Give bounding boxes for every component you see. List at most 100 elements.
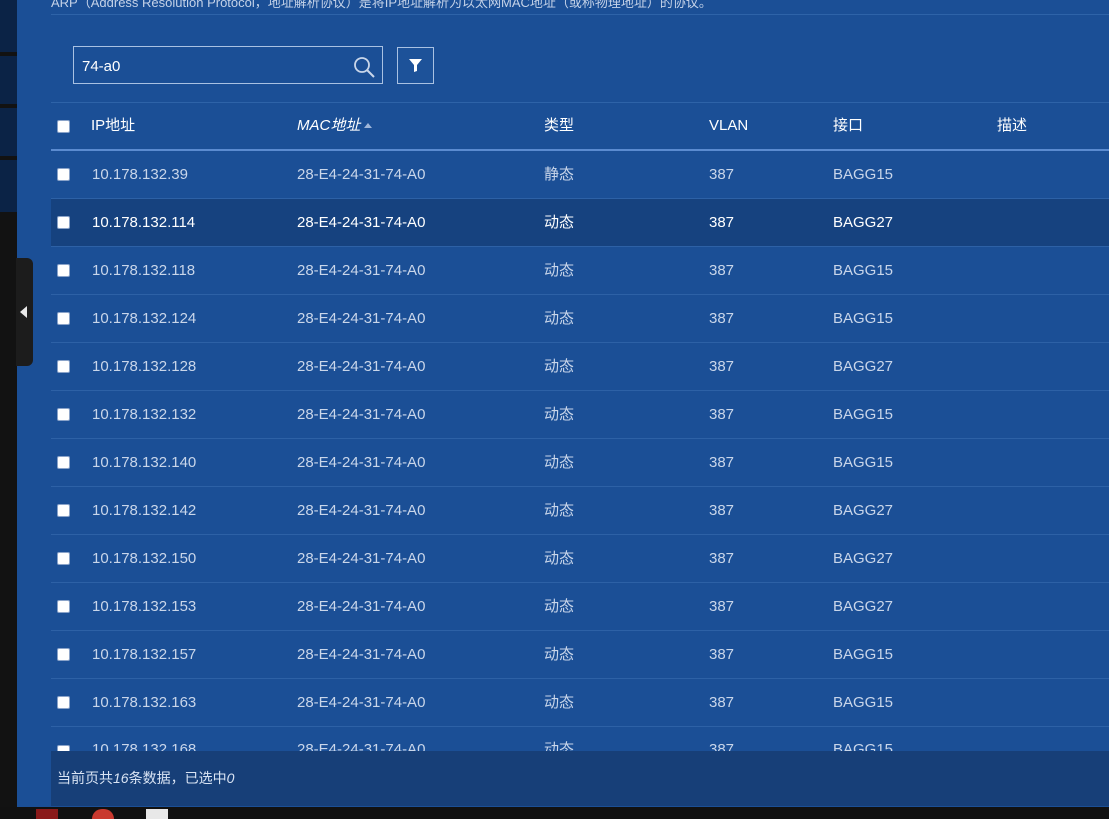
cell-vlan: 387 [709, 646, 735, 663]
sort-ascending-icon [364, 123, 373, 128]
cell-mac: 28-E4-24-31-74-A0 [297, 214, 426, 231]
nav-segment [0, 56, 17, 104]
filter-button[interactable] [397, 47, 434, 84]
table-row[interactable]: 10.178.132.163 28-E4-24-31-74-A0 动态 387 … [51, 679, 1109, 727]
cell-type: 动态 [544, 741, 575, 751]
row-checkbox[interactable] [57, 216, 70, 229]
table-row[interactable]: 10.178.132.128 28-E4-24-31-74-A0 动态 387 … [51, 343, 1109, 391]
cell-mac: 28-E4-24-31-74-A0 [297, 694, 426, 711]
cell-mac: 28-E4-24-31-74-A0 [297, 454, 426, 471]
chevron-left-icon [20, 306, 27, 318]
select-all-checkbox[interactable] [57, 120, 70, 133]
header-mac[interactable]: MAC地址 [297, 103, 373, 149]
table-row[interactable]: 10.178.132.132 28-E4-24-31-74-A0 动态 387 … [51, 391, 1109, 439]
cell-interface: BAGG15 [833, 166, 894, 183]
search-field[interactable] [73, 46, 383, 84]
sidebar-collapse-toggle[interactable] [16, 258, 33, 366]
cell-ip: 10.178.132.132 [92, 406, 197, 423]
row-checkbox[interactable] [57, 456, 70, 469]
cell-type: 静态 [544, 166, 575, 183]
cell-mac: 28-E4-24-31-74-A0 [297, 406, 426, 423]
cell-type: 动态 [544, 358, 575, 375]
left-nav-strip [0, 0, 17, 807]
cell-ip: 10.178.132.150 [92, 550, 197, 567]
cell-mac: 28-E4-24-31-74-A0 [297, 502, 426, 519]
header-mac-label: MAC地址 [297, 117, 361, 134]
row-checkbox[interactable] [57, 312, 70, 325]
cell-interface: BAGG15 [833, 646, 894, 663]
cell-vlan: 387 [709, 166, 735, 183]
cell-mac: 28-E4-24-31-74-A0 [297, 310, 426, 327]
cell-ip: 10.178.132.168 [92, 741, 197, 751]
row-checkbox[interactable] [57, 504, 70, 517]
cell-interface: BAGG15 [833, 310, 894, 327]
table-row[interactable]: 10.178.132.140 28-E4-24-31-74-A0 动态 387 … [51, 439, 1109, 487]
cell-type: 动态 [544, 214, 575, 231]
cell-interface: BAGG27 [833, 598, 894, 615]
cell-type: 动态 [544, 646, 575, 663]
cell-type: 动态 [544, 454, 575, 471]
cell-ip: 10.178.132.140 [92, 454, 197, 471]
table-row-partial[interactable]: 10.178.132.168 28-E4-24-31-74-A0 动态 387 … [51, 736, 1109, 751]
row-checkbox[interactable] [57, 408, 70, 421]
footer-prefix: 当前页共 [57, 770, 113, 786]
cell-ip: 10.178.132.128 [92, 358, 197, 375]
row-checkbox[interactable] [57, 648, 70, 661]
cell-interface: BAGG15 [833, 454, 894, 471]
footer-total-count: 16 [113, 770, 129, 786]
cell-mac: 28-E4-24-31-74-A0 [297, 550, 426, 567]
footer-selected-count: 0 [226, 770, 235, 786]
cell-mac: 28-E4-24-31-74-A0 [297, 262, 426, 279]
search-icon[interactable] [352, 55, 376, 79]
header-description[interactable]: 描述 [997, 103, 1027, 149]
table-row[interactable]: 10.178.132.39 28-E4-24-31-74-A0 静态 387 B… [51, 151, 1109, 199]
cell-type: 动态 [544, 310, 575, 327]
cell-vlan: 387 [709, 214, 735, 231]
cell-mac: 28-E4-24-31-74-A0 [297, 741, 426, 751]
cell-interface: BAGG15 [833, 694, 894, 711]
footer-middle: 条数据，已选中 [128, 770, 227, 786]
search-input[interactable] [82, 55, 342, 77]
header-ip[interactable]: IP地址 [91, 103, 135, 149]
table-row[interactable]: 10.178.132.124 28-E4-24-31-74-A0 动态 387 … [51, 295, 1109, 343]
row-checkbox[interactable] [57, 264, 70, 277]
cell-vlan: 387 [709, 598, 735, 615]
cell-mac: 28-E4-24-31-74-A0 [297, 166, 426, 183]
row-checkbox[interactable] [57, 552, 70, 565]
cell-interface: BAGG15 [833, 741, 894, 751]
table-row[interactable]: 10.178.132.114 28-E4-24-31-74-A0 动态 387 … [51, 199, 1109, 247]
header-type[interactable]: 类型 [544, 103, 574, 149]
cell-vlan: 387 [709, 406, 735, 423]
filter-icon [409, 59, 422, 72]
header-interface[interactable]: 接口 [833, 103, 863, 149]
cell-ip: 10.178.132.118 [92, 262, 196, 279]
table-row[interactable]: 10.178.132.153 28-E4-24-31-74-A0 动态 387 … [51, 583, 1109, 631]
taskbar-item[interactable] [36, 809, 58, 819]
taskbar-app-icon[interactable] [146, 809, 168, 819]
cell-vlan: 387 [709, 262, 735, 279]
cell-type: 动态 [544, 406, 575, 423]
table-row[interactable]: 10.178.132.142 28-E4-24-31-74-A0 动态 387 … [51, 487, 1109, 535]
cell-type: 动态 [544, 262, 575, 279]
cell-type: 动态 [544, 598, 575, 615]
cell-type: 动态 [544, 502, 575, 519]
cell-ip: 10.178.132.142 [92, 502, 197, 519]
cell-vlan: 387 [709, 310, 735, 327]
cell-ip: 10.178.132.163 [92, 694, 197, 711]
cell-vlan: 387 [709, 694, 735, 711]
cell-ip: 10.178.132.114 [92, 214, 196, 231]
table-row[interactable]: 10.178.132.150 28-E4-24-31-74-A0 动态 387 … [51, 535, 1109, 583]
table-footer-status: 当前页共16条数据，已选中0 [51, 751, 1109, 806]
row-checkbox[interactable] [57, 600, 70, 613]
cell-mac: 28-E4-24-31-74-A0 [297, 598, 426, 615]
table-row[interactable]: 10.178.132.157 28-E4-24-31-74-A0 动态 387 … [51, 631, 1109, 679]
row-checkbox[interactable] [57, 360, 70, 373]
cell-ip: 10.178.132.157 [92, 646, 197, 663]
table-row[interactable]: 10.178.132.118 28-E4-24-31-74-A0 动态 387 … [51, 247, 1109, 295]
os-taskbar [0, 807, 1109, 819]
header-vlan[interactable]: VLAN [709, 103, 748, 149]
taskbar-app-icon[interactable] [92, 809, 114, 819]
cell-interface: BAGG27 [833, 358, 894, 375]
row-checkbox[interactable] [57, 696, 70, 709]
row-checkbox[interactable] [57, 168, 70, 181]
